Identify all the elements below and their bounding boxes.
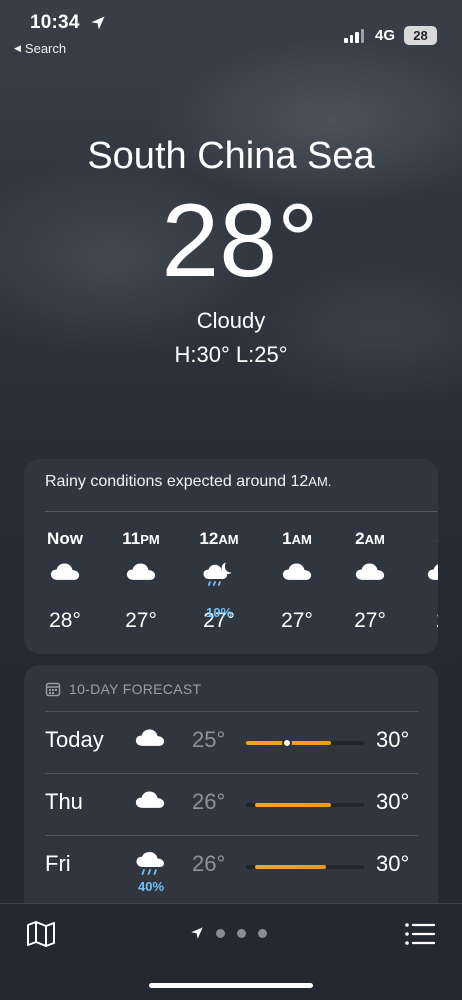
status-time: 10:34 bbox=[30, 12, 80, 33]
temperature-range-fill bbox=[255, 803, 331, 807]
hour-temperature: 28° bbox=[49, 609, 81, 632]
page-dot[interactable] bbox=[258, 928, 267, 938]
cloud-rain-icon bbox=[135, 851, 169, 881]
calendar-icon bbox=[45, 682, 61, 697]
hour-column: 32 bbox=[412, 529, 438, 633]
forecast-high: 30° bbox=[376, 727, 410, 752]
forecast-low: 26° bbox=[192, 851, 226, 876]
hour-column: 1AM 27° bbox=[267, 529, 327, 633]
precipitation-chance: 10% bbox=[205, 605, 233, 620]
forecast-row[interactable]: Today 25° 30° bbox=[24, 711, 438, 773]
forecast-low: 25° bbox=[192, 727, 226, 752]
cloud-icon bbox=[135, 727, 169, 757]
hour-label: Now bbox=[47, 529, 83, 548]
cloud-icon bbox=[412, 551, 438, 595]
cloud-icon bbox=[340, 551, 400, 595]
location-arrow-icon bbox=[191, 927, 203, 939]
hour-temperature: 2 bbox=[412, 609, 438, 633]
page-indicator[interactable] bbox=[190, 926, 267, 940]
hourly-summary: Rainy conditions expected around 12AM. bbox=[45, 473, 332, 490]
forecast-header-label: 10-DAY FORECAST bbox=[69, 681, 202, 697]
precipitation-chance: 40% bbox=[137, 879, 165, 894]
high-low: H:30° L:25° bbox=[174, 342, 288, 367]
forecast-high: 30° bbox=[376, 851, 410, 876]
cloud-icon bbox=[135, 789, 169, 819]
hour-label: 3 bbox=[412, 529, 438, 551]
page-dot[interactable] bbox=[237, 928, 246, 938]
cloud-icon bbox=[267, 551, 327, 595]
forecast-low: 26° bbox=[192, 789, 226, 814]
cloud-moon-rain-icon: 10% bbox=[189, 551, 249, 620]
divider bbox=[45, 511, 438, 512]
map-icon[interactable] bbox=[26, 920, 56, 948]
cloud-icon bbox=[35, 551, 95, 595]
forecast-header: 10-DAY FORECAST bbox=[45, 681, 201, 697]
back-label: Search bbox=[24, 41, 67, 56]
cloud-icon bbox=[111, 551, 171, 595]
forecast-day: Today bbox=[45, 727, 104, 752]
hour-label: 1AM bbox=[282, 529, 312, 548]
hour-temperature: 27° bbox=[281, 609, 313, 632]
location-name: South China Sea bbox=[87, 135, 375, 177]
hour-temperature: 27° bbox=[125, 609, 157, 632]
current-condition: Cloudy bbox=[196, 308, 266, 333]
hour-column: 11PM 27° bbox=[111, 529, 171, 633]
back-triangle-icon: ◀ bbox=[14, 43, 21, 53]
back-to-search-button[interactable]: ◀ Search bbox=[14, 41, 66, 56]
hour-label: 2AM bbox=[355, 529, 385, 548]
current-temperature-marker bbox=[282, 738, 293, 748]
location-arrow-icon bbox=[91, 16, 105, 30]
forecast-day: Fri bbox=[45, 851, 71, 876]
hour-column: Now 28° bbox=[35, 529, 95, 633]
hour-column: 2AM 27° bbox=[340, 529, 400, 633]
forecast-day: Thu bbox=[45, 789, 83, 814]
temperature-range-bar bbox=[246, 865, 364, 869]
battery-icon: 28 bbox=[404, 26, 437, 45]
hour-column: 12AM 10% 27° bbox=[189, 529, 249, 633]
page-dot[interactable] bbox=[216, 928, 225, 938]
forecast-row[interactable]: Thu 26° 30° bbox=[24, 773, 438, 835]
ten-day-forecast-card[interactable]: 10-DAY FORECAST Today 25° 30° Thu 26° 30° Fri 4… bbox=[24, 665, 438, 915]
temperature-range-bar bbox=[246, 738, 364, 748]
temperature-range-bar bbox=[246, 803, 364, 807]
home-indicator[interactable] bbox=[149, 983, 313, 988]
current-temperature: 28° bbox=[161, 183, 319, 299]
hour-temperature: 27° bbox=[354, 609, 386, 632]
network-type: 4G bbox=[375, 27, 396, 44]
list-icon[interactable] bbox=[404, 921, 436, 947]
forecast-high: 30° bbox=[376, 789, 410, 814]
hour-label: 12AM bbox=[199, 529, 239, 548]
hourly-forecast-card[interactable]: Rainy conditions expected around 12AM. N… bbox=[24, 459, 438, 654]
hour-label: 11PM bbox=[122, 529, 160, 548]
forecast-row[interactable]: Fri 40% 26° 30° bbox=[24, 835, 438, 897]
cellular-signal-icon bbox=[344, 29, 364, 43]
temperature-range-fill bbox=[255, 865, 327, 869]
